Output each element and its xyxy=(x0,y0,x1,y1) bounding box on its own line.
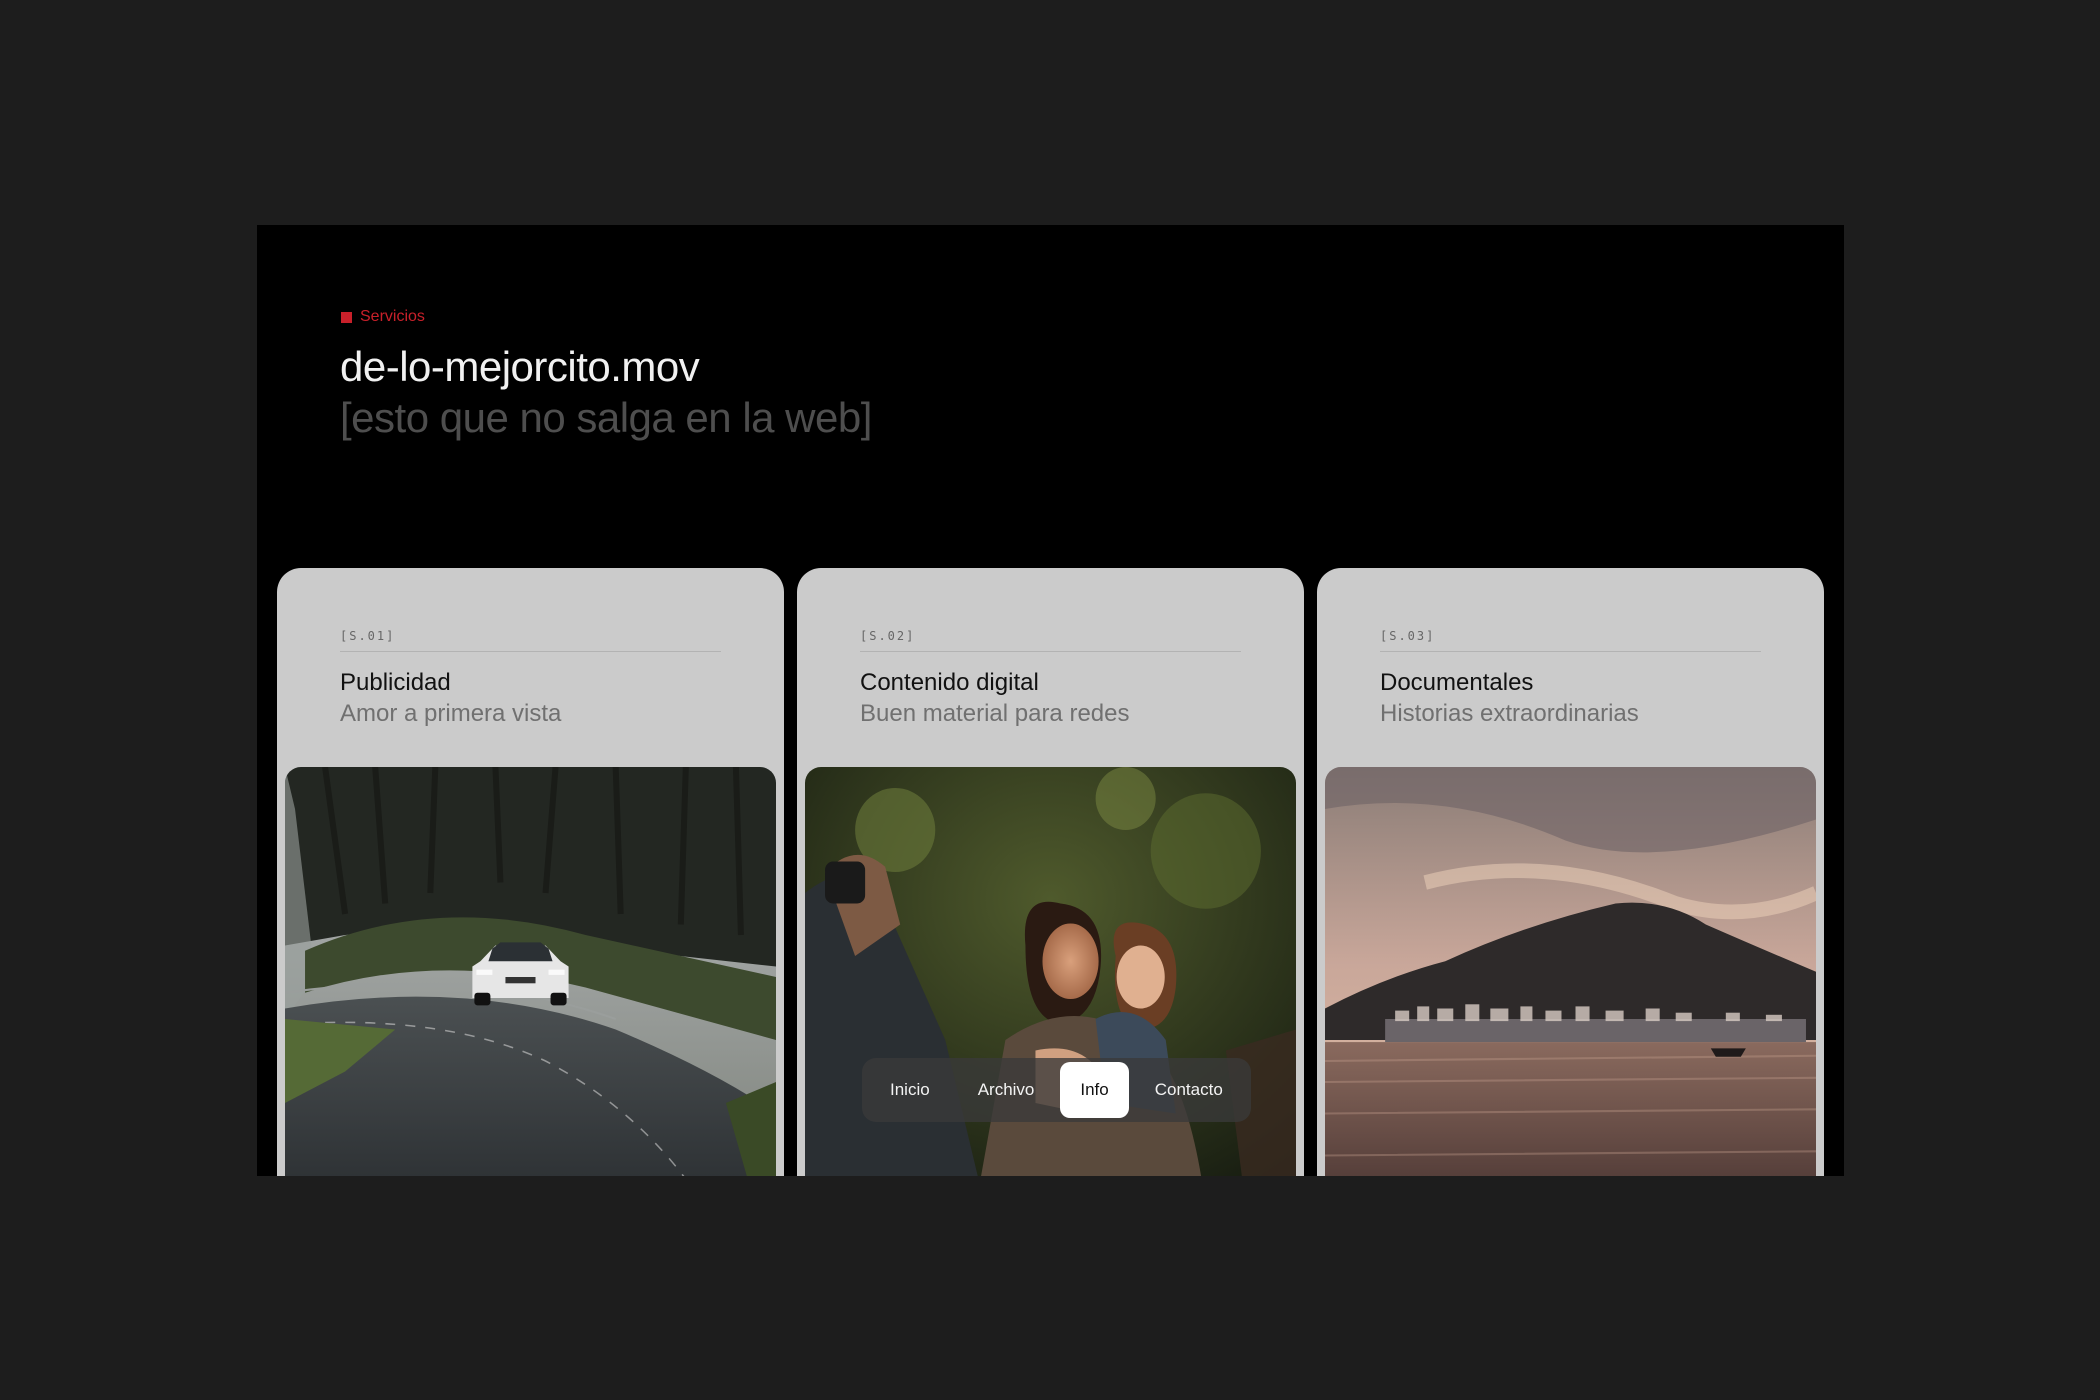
page-subtitle: [esto que no salga en la web] xyxy=(340,394,872,441)
nav-inicio[interactable]: Inicio xyxy=(868,1062,952,1118)
divider xyxy=(860,651,1241,652)
service-image xyxy=(285,767,776,1176)
service-name: Publicidad xyxy=(340,669,451,696)
service-image xyxy=(1325,767,1816,1176)
sunset-town-photo xyxy=(1325,767,1816,1176)
service-code: [S.03] xyxy=(1380,629,1436,643)
service-tagline: Buen material para redes xyxy=(860,700,1130,727)
car-road-photo xyxy=(285,767,776,1176)
floating-nav: Inicio Archivo Info Contacto xyxy=(862,1058,1251,1122)
service-card-documentales[interactable]: [S.03] Documentales Historias extraordin… xyxy=(1317,568,1824,1176)
service-card-publicidad[interactable]: [S.01] Publicidad Amor a primera vista xyxy=(277,568,784,1176)
divider xyxy=(1380,651,1761,652)
nav-archivo[interactable]: Archivo xyxy=(956,1062,1057,1118)
service-code: [S.02] xyxy=(860,629,916,643)
services-section: Servicios de-lo-mejorcito.mov [esto que … xyxy=(257,225,1844,1176)
service-name: Documentales xyxy=(1380,669,1534,696)
service-name: Contenido digital xyxy=(860,669,1039,696)
service-tagline: Amor a primera vista xyxy=(340,700,562,727)
service-code: [S.01] xyxy=(340,629,396,643)
nav-info[interactable]: Info xyxy=(1060,1062,1129,1118)
page-title: de-lo-mejorcito.mov xyxy=(340,343,700,390)
nav-contacto[interactable]: Contacto xyxy=(1133,1062,1245,1118)
section-label-text: Servicios xyxy=(360,308,425,325)
red-square-icon xyxy=(341,311,352,323)
divider xyxy=(340,651,721,652)
service-tagline: Historias extraordinarias xyxy=(1380,700,1639,727)
section-label: Servicios xyxy=(341,308,425,326)
